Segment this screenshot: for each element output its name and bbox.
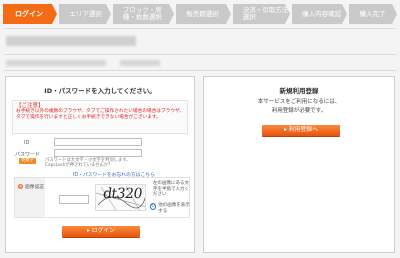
captcha-box: ※ 画像認証 dt320 左の画像にある文字を半角で入力ください ↻ 他の画像を… — [14, 177, 190, 218]
register-text-1: 本サービスをご利用になるには、 — [257, 99, 341, 105]
id-label: ID — [24, 140, 30, 146]
progress-steps: ログイン エリア選択 ブロック・席種・枚数選択 販売期選択 決済・引取方法選択 … — [3, 4, 397, 24]
reload-captcha-button[interactable]: ↻ 他の画像を表示する — [150, 203, 190, 214]
login-panel: ID・パスワードを入力してください。 【ご注意】 お手続き以外の複数のブラウザ、… — [5, 76, 195, 253]
login-button[interactable]: ▸ ログイン — [62, 226, 140, 237]
captcha-input[interactable] — [59, 195, 89, 204]
reload-icon: ↻ — [150, 203, 157, 210]
step-confirm: 購入内容確認 — [292, 4, 348, 24]
captcha-image: dt320 — [95, 184, 146, 211]
step-sales-period: 販売期選択 — [176, 4, 231, 24]
captcha-label: ※ 画像認証 — [18, 184, 45, 190]
warning-box: 【ご注意】 お手続き以外の複数のブラウザ、タブでご操作されたい場合の場合はブラウ… — [12, 100, 188, 134]
id-input[interactable] — [54, 138, 142, 146]
register-text-2: 利用登録が必要です。 — [271, 108, 327, 114]
divider — [4, 70, 396, 71]
warning-text: お手続き以外の複数のブラウザ、タブでご操作されたい場合の場合はブラウザ、タブで操… — [16, 109, 185, 120]
reload-captcha-label: 他の画像を表示する — [158, 203, 190, 214]
event-subtitle — [6, 60, 106, 66]
password-input[interactable] — [54, 149, 142, 157]
password-label: パスワード — [15, 152, 41, 158]
step-payment: 決済・引取方法選択 — [232, 4, 291, 24]
step-complete: 購入完了 — [349, 4, 397, 24]
capslock-note: CapsLockが押されていませんか？ — [45, 163, 113, 168]
step-area: エリア選択 — [59, 4, 111, 24]
required-icon: ※ — [18, 184, 23, 189]
event-date — [120, 60, 160, 66]
login-title: ID・パスワードを入力してください。 — [44, 87, 156, 95]
captcha-instruction: 左の画像にある文字を半角で入力ください — [153, 181, 189, 197]
register-panel: 新規利用登録 本サービスをご利用になるには、 利用登録が必要です。 ▸ 利用登録… — [203, 76, 395, 253]
event-title — [6, 36, 136, 46]
step-block: ブロック・席種・枚数選択 — [112, 4, 175, 24]
step-login: ログイン — [3, 4, 58, 24]
captcha-text: dt320 — [101, 186, 143, 202]
register-title: 新規利用登録 — [279, 87, 319, 95]
alnum-badge: 英数字 — [19, 158, 36, 164]
divider — [4, 28, 396, 29]
divider — [4, 54, 396, 55]
register-button[interactable]: ▸ 利用登録へ — [262, 125, 340, 136]
